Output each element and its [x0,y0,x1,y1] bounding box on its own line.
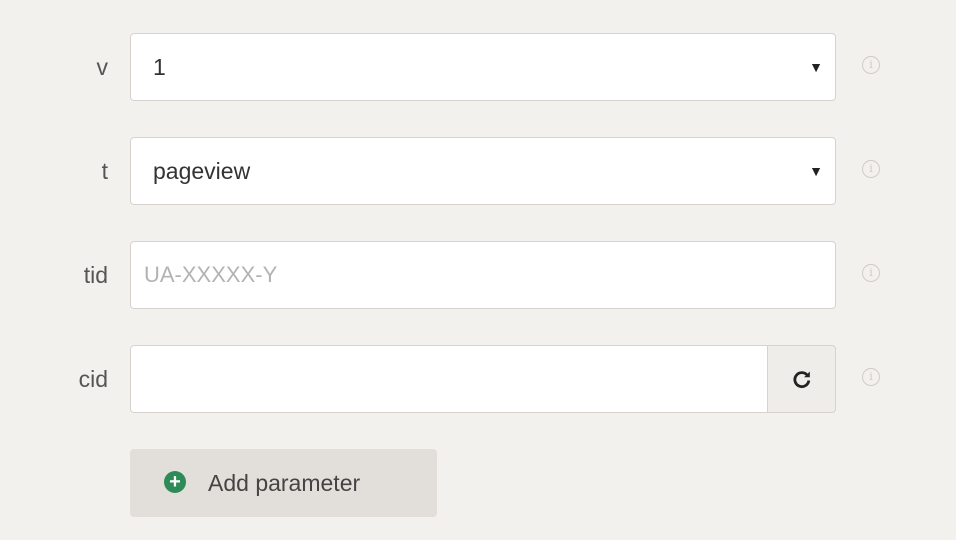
cid-input[interactable] [131,346,767,412]
param-label-v: v [96,54,109,80]
v-select[interactable]: 1 ▼ [130,33,836,101]
info-icon[interactable]: i [862,160,880,178]
info-icon[interactable]: i [862,56,880,74]
param-row-tid: tid i [0,241,956,309]
param-label-cid: cid [78,366,108,392]
add-parameter-label: Add parameter [208,470,361,496]
caret-down-icon: ▼ [809,163,823,179]
tid-input[interactable] [131,242,835,308]
refresh-cid-button[interactable] [767,345,836,413]
param-label-t: t [101,158,108,184]
refresh-icon [792,366,812,391]
param-label-tid: tid [83,262,108,288]
tid-field [130,241,836,309]
param-row-cid: cid i [0,345,956,413]
info-icon[interactable]: i [862,264,880,282]
param-row-t: t pageview ▼ i [0,137,956,205]
cid-field [130,345,768,413]
param-row-v: v 1 ▼ i [0,33,956,101]
v-select-value: 1 [153,54,166,80]
plus-circle-icon: + [164,471,186,493]
parameter-form: v 1 ▼ i t pageview ▼ i tid i cid [0,0,956,540]
add-parameter-button[interactable]: + Add parameter [130,449,437,517]
t-select-value: pageview [153,158,251,184]
caret-down-icon: ▼ [809,59,823,75]
info-icon[interactable]: i [862,368,880,386]
t-select[interactable]: pageview ▼ [130,137,836,205]
